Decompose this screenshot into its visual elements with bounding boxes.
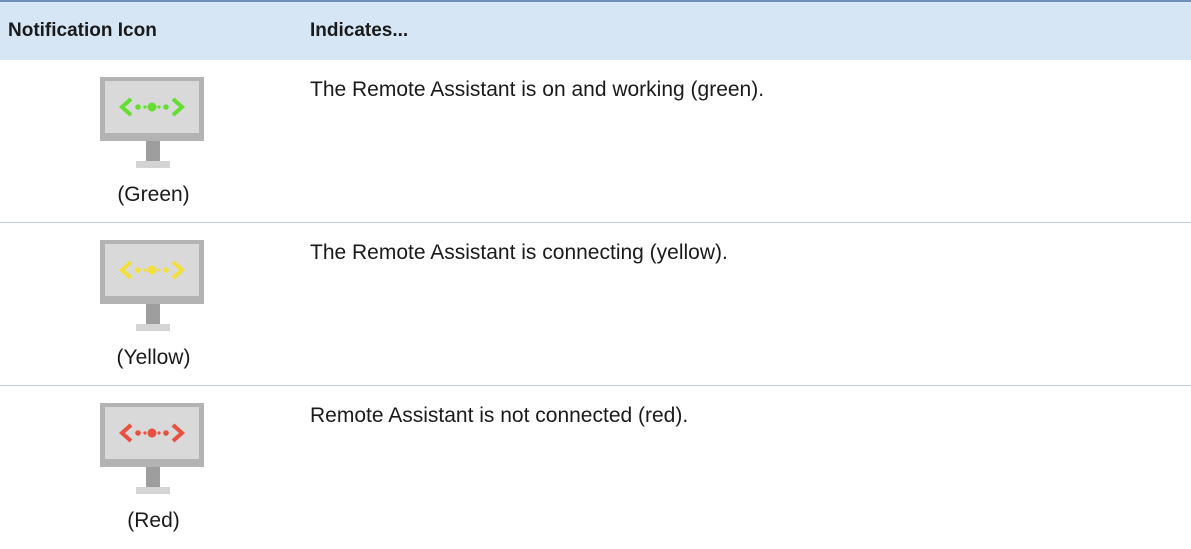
monitor-yellow-icon [100,240,204,331]
signal-dot [163,430,169,436]
table-row-red: (Red) Remote Assistant is not connected … [0,386,1191,549]
signal-dot [147,428,157,438]
icon-cell: (Yellow) [0,223,307,385]
signal-dot [147,102,157,112]
table-row-yellow: (Yellow) The Remote Assistant is connect… [0,223,1191,386]
monitor-base [136,324,170,331]
table-row-green: (Green) The Remote Assistant is on and w… [0,60,1191,223]
signal-dot [157,431,161,435]
indicates-text: The Remote Assistant is connecting (yell… [310,241,728,264]
icon-cell: (Green) [0,60,307,222]
signal-dot [157,105,161,109]
monitor-green-icon [100,77,204,168]
icon-cell: (Red) [0,386,307,549]
signal-dot [135,267,141,273]
monitor-base [136,161,170,168]
icon-caption: (Yellow) [116,346,191,369]
signal-dot [147,265,157,275]
monitor-red-icon [100,403,204,494]
indicates-text: Remote Assistant is not connected (red). [310,404,689,427]
signal-dot [143,431,147,435]
signal-dot [135,430,141,436]
signal-dot [157,268,161,272]
signal-dot [163,104,169,110]
signal-dot [163,267,169,273]
header-indicates: Indicates... [310,20,409,41]
table-header-row: Notification Icon Indicates... [0,0,1191,60]
indicates-text: The Remote Assistant is on and working (… [310,78,765,101]
icon-caption: (Green) [117,183,190,206]
signal-dot [143,105,147,109]
notification-icon-table: Notification Icon Indicates... (Green) T… [0,0,1191,549]
monitor-base [136,487,170,494]
signal-dot [135,104,141,110]
signal-dot [143,268,147,272]
icon-caption: (Red) [127,509,180,532]
header-notification-icon: Notification Icon [8,20,157,41]
